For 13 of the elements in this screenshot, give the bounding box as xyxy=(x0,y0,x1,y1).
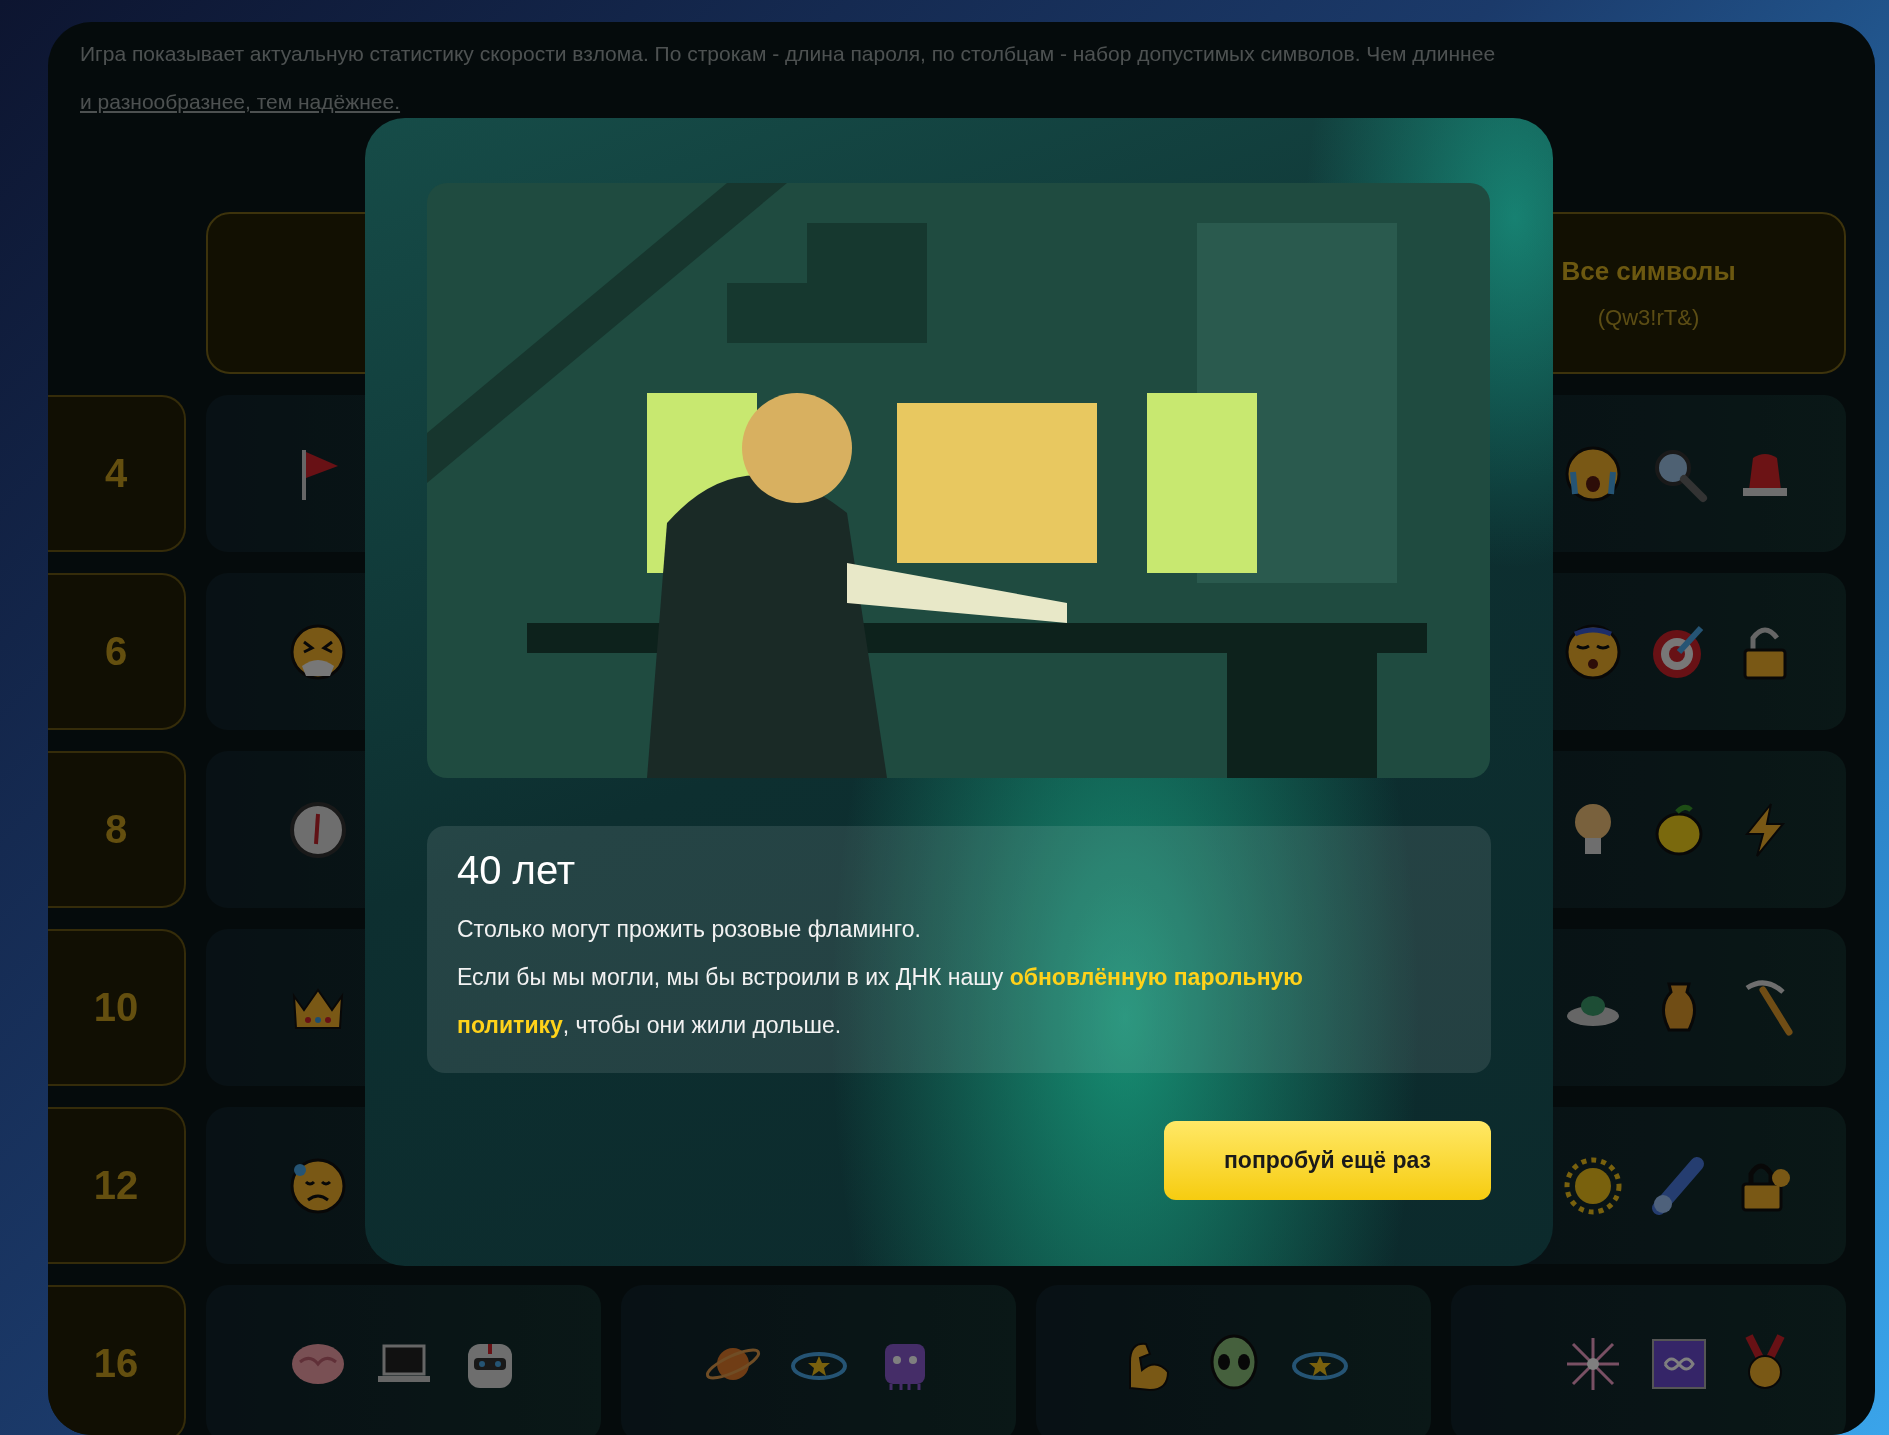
row-header: 12 xyxy=(48,1107,186,1264)
row-header: 4 xyxy=(48,395,186,552)
row-header: 10 xyxy=(48,929,186,1086)
result-text: Столько могут прожить розовые фламинго. xyxy=(457,915,922,944)
retry-button[interactable]: попробуй ещё раз xyxy=(1164,1121,1491,1200)
row-header: 16 xyxy=(48,1285,186,1435)
intro-text: Игра показывает актуальную статистику скорости взлома. По строкам - длина пароля, по столбцам - набор допустимых символов. Чем длиннее и разнообразнее, тем надёжнее. xyxy=(80,41,1497,115)
column-title: Все символы xyxy=(1561,255,1736,287)
row-header: 8 xyxy=(48,751,186,908)
result-title: 40 лет xyxy=(457,848,577,893)
result-text: Если бы мы могли, мы бы встроили в их ДНК нашу обновлённую парольную политику, чтобы они жили дольше. xyxy=(457,963,1305,1040)
row-header: 6 xyxy=(48,573,186,730)
column-example: (Qw3!rT&) xyxy=(1597,304,1700,331)
